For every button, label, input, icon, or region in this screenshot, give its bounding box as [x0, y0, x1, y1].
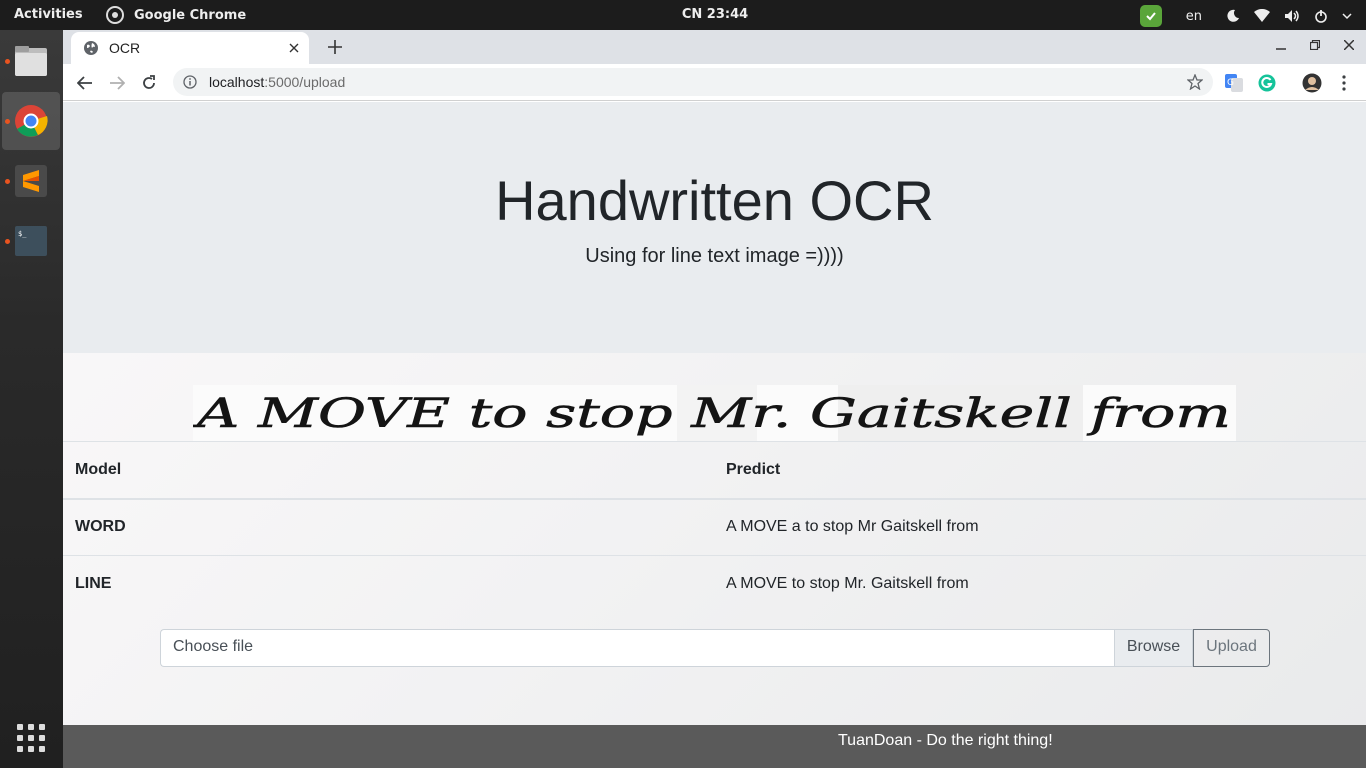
info-icon[interactable]	[183, 75, 197, 89]
tab-strip: OCR	[63, 30, 1366, 64]
close-icon	[1344, 40, 1354, 50]
new-tab-button[interactable]	[323, 36, 347, 58]
table-row: WORD A MOVE a to stop Mr Gaitskell from	[63, 498, 1366, 556]
row-predict: A MOVE to stop Mr. Gaitskell from	[714, 555, 1366, 613]
svg-text:$_: $_	[18, 230, 27, 238]
url-path: :5000/upload	[264, 74, 346, 90]
handwriting-image-svg: A MOVE to stop Mr. Gaitskell from	[193, 385, 1236, 441]
browser-toolbar: localhost:5000/upload G	[63, 64, 1366, 101]
minimize-button[interactable]	[1274, 38, 1288, 52]
power-icon	[1315, 10, 1327, 23]
window-controls	[1274, 38, 1356, 52]
arrow-left-icon	[77, 76, 92, 90]
footer: TuanDoan - Do the right thing!	[63, 725, 1366, 768]
chevron-down-icon	[1342, 13, 1352, 20]
grammarly-extension-icon[interactable]	[1256, 72, 1278, 94]
dock-item-chrome[interactable]	[2, 92, 60, 150]
dock-item-files[interactable]	[2, 32, 60, 90]
profile-avatar[interactable]	[1301, 72, 1323, 94]
footer-text: TuanDoan - Do the right thing!	[838, 732, 1053, 749]
globe-icon	[84, 41, 98, 55]
star-icon[interactable]	[1187, 74, 1203, 90]
reload-icon	[143, 75, 155, 89]
page-title: Handwritten OCR	[495, 169, 934, 232]
jumbotron: Handwritten OCR Using for line text imag…	[63, 102, 1366, 353]
minimize-icon	[1276, 48, 1286, 50]
running-indicator	[5, 119, 10, 124]
running-indicator	[5, 59, 10, 64]
tab-title: OCR	[109, 40, 141, 56]
kebab-menu-icon	[1342, 75, 1346, 91]
arrow-right-icon	[110, 76, 125, 90]
close-icon[interactable]	[289, 43, 299, 53]
language-indicator[interactable]: en	[1186, 9, 1202, 24]
sublime-text-icon	[15, 165, 47, 197]
chrome-icon	[15, 105, 48, 137]
table-header-row: Model Predict	[63, 441, 1366, 500]
dock-item-sublime[interactable]	[2, 152, 60, 210]
back-button[interactable]	[74, 72, 96, 94]
svg-text:G: G	[1227, 78, 1234, 88]
row-model: LINE	[63, 555, 714, 613]
address-bar[interactable]: localhost:5000/upload	[173, 68, 1213, 96]
dock-item-terminal[interactable]: $_	[2, 212, 60, 270]
dock: $_	[0, 30, 63, 768]
system-tray[interactable]: en	[1139, 5, 1352, 27]
page-subtitle: Using for line text image =))))	[585, 245, 844, 267]
gnome-top-bar: Activities Google Chrome CN 23:44 en	[0, 0, 1366, 30]
tab-ocr[interactable]: OCR	[71, 32, 309, 64]
row-model: WORD	[63, 498, 714, 556]
row-predict: A MOVE a to stop Mr Gaitskell from	[714, 498, 1366, 556]
night-light-icon	[1227, 9, 1239, 22]
close-window-button[interactable]	[1342, 38, 1356, 52]
column-header-predict: Predict	[714, 441, 1366, 500]
handwriting-text: A MOVE to stop Mr. Gaitskell from	[193, 391, 1231, 437]
show-applications-icon[interactable]	[17, 724, 45, 752]
browse-button[interactable]: Browse	[1114, 629, 1193, 667]
check-icon[interactable]	[1139, 5, 1162, 27]
menu-button[interactable]	[1333, 72, 1355, 94]
running-indicator	[5, 179, 10, 184]
table-row: LINE A MOVE to stop Mr. Gaitskell from	[63, 555, 1366, 613]
url-host: localhost	[209, 74, 265, 90]
upload-form: Choose file Browse Upload	[160, 629, 1270, 667]
terminal-icon: $_	[15, 226, 47, 256]
column-header-model: Model	[63, 441, 714, 500]
file-input[interactable]: Choose file	[160, 629, 1114, 667]
wifi-icon	[1254, 9, 1270, 22]
web-page: Handwritten OCR Using for line text imag…	[63, 102, 1366, 768]
restore-button[interactable]	[1308, 38, 1322, 52]
browser-window: OCR localhost:5000/upload G Handwritten…	[63, 30, 1366, 768]
forward-button[interactable]	[106, 72, 128, 94]
results-table: Model Predict WORD A MOVE a to stop Mr G…	[63, 441, 1366, 613]
handwriting-image: A MOVE to stop Mr. Gaitskell from	[193, 385, 1236, 441]
plus-icon	[328, 40, 342, 54]
running-indicator	[5, 239, 10, 244]
reload-button[interactable]	[138, 72, 160, 94]
upload-button[interactable]: Upload	[1193, 629, 1270, 667]
volume-icon	[1285, 10, 1299, 22]
restore-icon	[1310, 40, 1320, 50]
files-icon	[15, 46, 47, 76]
google-translate-extension-icon[interactable]: G	[1223, 72, 1245, 94]
